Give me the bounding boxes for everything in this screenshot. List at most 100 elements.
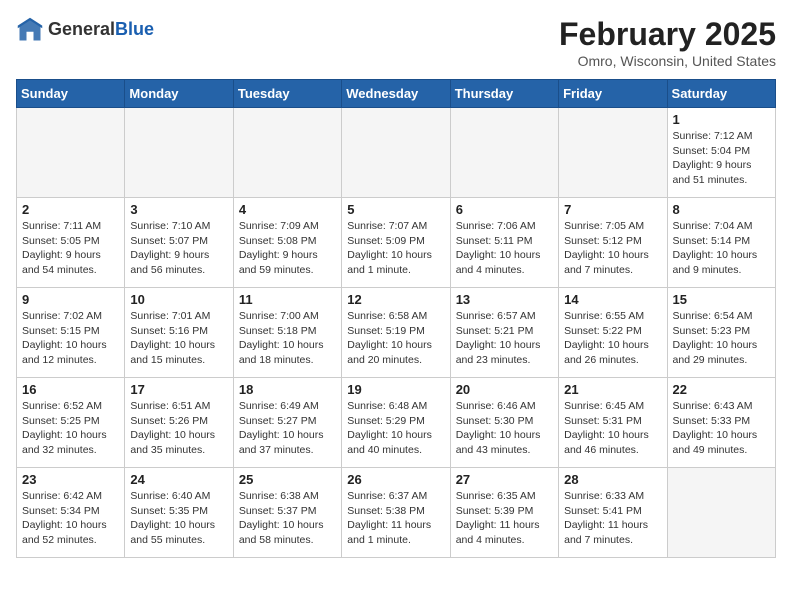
calendar-day-cell: 23Sunrise: 6:42 AM Sunset: 5:34 PM Dayli…	[17, 468, 125, 558]
calendar-day-cell: 21 Sunrise: 6:45 AM Sunset: 5:31 PM Dayli…	[559, 378, 667, 468]
calendar-week-row: 1 Sunrise: 7:12 AM Sunset: 5:04 PM Daylig…	[17, 108, 776, 198]
calendar-day-cell: 14 Sunrise: 6:55 AM Sunset: 5:22 PM Dayli…	[559, 288, 667, 378]
calendar-day-cell: 13 Sunrise: 6:57 AM Sunset: 5:21 PM Dayli…	[450, 288, 558, 378]
day-info: Sunrise: 6:55 AM Sunset: 5:22 PM Dayligh…	[564, 309, 661, 368]
calendar-day-cell: 5 Sunrise: 7:07 AM Sunset: 5:09 PM Daylig…	[342, 198, 450, 288]
day-info: Sunrise: 7:05 AM Sunset: 5:12 PM Dayligh…	[564, 219, 661, 278]
day-number: 25	[239, 472, 336, 487]
weekday-header: Friday	[559, 80, 667, 108]
calendar-day-cell: 8Sunrise: 7:04 AM Sunset: 5:14 PM Daylig…	[667, 198, 775, 288]
calendar-body: 1 Sunrise: 7:12 AM Sunset: 5:04 PM Daylig…	[17, 108, 776, 558]
day-number: 21	[564, 382, 661, 397]
calendar-day-cell: 9Sunrise: 7:02 AM Sunset: 5:15 PM Daylig…	[17, 288, 125, 378]
day-number: 5	[347, 202, 444, 217]
day-info: Sunrise: 6:57 AM Sunset: 5:21 PM Dayligh…	[456, 309, 553, 368]
month-title: February 2025	[559, 16, 776, 53]
day-info: Sunrise: 6:40 AM Sunset: 5:35 PM Dayligh…	[130, 489, 227, 548]
calendar-day-cell	[559, 108, 667, 198]
day-info: Sunrise: 6:46 AM Sunset: 5:30 PM Dayligh…	[456, 399, 553, 458]
day-number: 27	[456, 472, 553, 487]
calendar-day-cell: 15Sunrise: 6:54 AM Sunset: 5:23 PM Dayli…	[667, 288, 775, 378]
calendar-day-cell	[667, 468, 775, 558]
calendar-week-row: 9Sunrise: 7:02 AM Sunset: 5:15 PM Daylig…	[17, 288, 776, 378]
weekday-header: Saturday	[667, 80, 775, 108]
calendar: SundayMondayTuesdayWednesdayThursdayFrid…	[16, 79, 776, 558]
day-number: 24	[130, 472, 227, 487]
calendar-day-cell: 18 Sunrise: 6:49 AM Sunset: 5:27 PM Dayli…	[233, 378, 341, 468]
day-number: 1	[673, 112, 770, 127]
calendar-day-cell: 19 Sunrise: 6:48 AM Sunset: 5:29 PM Dayli…	[342, 378, 450, 468]
logo: GeneralBlue	[16, 16, 154, 44]
calendar-week-row: 23Sunrise: 6:42 AM Sunset: 5:34 PM Dayli…	[17, 468, 776, 558]
day-info: Sunrise: 7:12 AM Sunset: 5:04 PM Dayligh…	[673, 129, 770, 188]
logo-text: GeneralBlue	[48, 20, 154, 40]
title-area: February 2025 Omro, Wisconsin, United St…	[559, 16, 776, 69]
weekday-header: Sunday	[17, 80, 125, 108]
day-number: 7	[564, 202, 661, 217]
page-header: GeneralBlue February 2025 Omro, Wisconsi…	[16, 16, 776, 69]
day-number: 17	[130, 382, 227, 397]
day-number: 10	[130, 292, 227, 307]
day-info: Sunrise: 7:07 AM Sunset: 5:09 PM Dayligh…	[347, 219, 444, 278]
day-number: 8	[673, 202, 770, 217]
day-number: 18	[239, 382, 336, 397]
day-number: 2	[22, 202, 119, 217]
day-number: 20	[456, 382, 553, 397]
calendar-day-cell: 25 Sunrise: 6:38 AM Sunset: 5:37 PM Dayli…	[233, 468, 341, 558]
calendar-day-cell	[450, 108, 558, 198]
calendar-day-cell: 11 Sunrise: 7:00 AM Sunset: 5:18 PM Dayli…	[233, 288, 341, 378]
calendar-week-row: 16 Sunrise: 6:52 AM Sunset: 5:25 PM Dayli…	[17, 378, 776, 468]
weekday-header: Monday	[125, 80, 233, 108]
day-info: Sunrise: 6:45 AM Sunset: 5:31 PM Dayligh…	[564, 399, 661, 458]
day-number: 16	[22, 382, 119, 397]
calendar-day-cell	[125, 108, 233, 198]
logo-icon	[16, 16, 44, 44]
calendar-day-cell	[342, 108, 450, 198]
calendar-day-cell: 3Sunrise: 7:10 AM Sunset: 5:07 PM Daylig…	[125, 198, 233, 288]
day-info: Sunrise: 6:51 AM Sunset: 5:26 PM Dayligh…	[130, 399, 227, 458]
day-info: Sunrise: 6:42 AM Sunset: 5:34 PM Dayligh…	[22, 489, 119, 548]
day-number: 28	[564, 472, 661, 487]
day-number: 19	[347, 382, 444, 397]
day-info: Sunrise: 7:01 AM Sunset: 5:16 PM Dayligh…	[130, 309, 227, 368]
day-number: 11	[239, 292, 336, 307]
calendar-day-cell: 2 Sunrise: 7:11 AM Sunset: 5:05 PM Daylig…	[17, 198, 125, 288]
day-info: Sunrise: 7:09 AM Sunset: 5:08 PM Dayligh…	[239, 219, 336, 278]
day-info: Sunrise: 7:00 AM Sunset: 5:18 PM Dayligh…	[239, 309, 336, 368]
day-number: 6	[456, 202, 553, 217]
day-info: Sunrise: 7:11 AM Sunset: 5:05 PM Dayligh…	[22, 219, 119, 278]
day-info: Sunrise: 6:58 AM Sunset: 5:19 PM Dayligh…	[347, 309, 444, 368]
calendar-day-cell: 10 Sunrise: 7:01 AM Sunset: 5:16 PM Dayli…	[125, 288, 233, 378]
day-info: Sunrise: 6:35 AM Sunset: 5:39 PM Dayligh…	[456, 489, 553, 548]
calendar-day-cell: 20 Sunrise: 6:46 AM Sunset: 5:30 PM Dayli…	[450, 378, 558, 468]
day-info: Sunrise: 6:43 AM Sunset: 5:33 PM Dayligh…	[673, 399, 770, 458]
day-number: 4	[239, 202, 336, 217]
calendar-day-cell: 28 Sunrise: 6:33 AM Sunset: 5:41 PM Dayli…	[559, 468, 667, 558]
day-info: Sunrise: 6:38 AM Sunset: 5:37 PM Dayligh…	[239, 489, 336, 548]
day-info: Sunrise: 6:52 AM Sunset: 5:25 PM Dayligh…	[22, 399, 119, 458]
day-number: 12	[347, 292, 444, 307]
calendar-day-cell: 17 Sunrise: 6:51 AM Sunset: 5:26 PM Dayli…	[125, 378, 233, 468]
day-number: 14	[564, 292, 661, 307]
calendar-day-cell: 12 Sunrise: 6:58 AM Sunset: 5:19 PM Dayli…	[342, 288, 450, 378]
calendar-day-cell: 7 Sunrise: 7:05 AM Sunset: 5:12 PM Daylig…	[559, 198, 667, 288]
calendar-day-cell: 6Sunrise: 7:06 AM Sunset: 5:11 PM Daylig…	[450, 198, 558, 288]
calendar-day-cell: 4 Sunrise: 7:09 AM Sunset: 5:08 PM Daylig…	[233, 198, 341, 288]
day-info: Sunrise: 6:49 AM Sunset: 5:27 PM Dayligh…	[239, 399, 336, 458]
calendar-day-cell	[17, 108, 125, 198]
day-number: 26	[347, 472, 444, 487]
calendar-day-cell	[233, 108, 341, 198]
calendar-day-cell: 22 Sunrise: 6:43 AM Sunset: 5:33 PM Dayli…	[667, 378, 775, 468]
day-number: 13	[456, 292, 553, 307]
day-info: Sunrise: 7:10 AM Sunset: 5:07 PM Dayligh…	[130, 219, 227, 278]
day-number: 22	[673, 382, 770, 397]
calendar-day-cell: 16 Sunrise: 6:52 AM Sunset: 5:25 PM Dayli…	[17, 378, 125, 468]
calendar-day-cell: 1 Sunrise: 7:12 AM Sunset: 5:04 PM Daylig…	[667, 108, 775, 198]
day-info: Sunrise: 6:48 AM Sunset: 5:29 PM Dayligh…	[347, 399, 444, 458]
day-info: Sunrise: 6:33 AM Sunset: 5:41 PM Dayligh…	[564, 489, 661, 548]
location: Omro, Wisconsin, United States	[559, 53, 776, 69]
day-number: 15	[673, 292, 770, 307]
weekday-header-row: SundayMondayTuesdayWednesdayThursdayFrid…	[17, 80, 776, 108]
day-info: Sunrise: 6:37 AM Sunset: 5:38 PM Dayligh…	[347, 489, 444, 548]
day-number: 9	[22, 292, 119, 307]
